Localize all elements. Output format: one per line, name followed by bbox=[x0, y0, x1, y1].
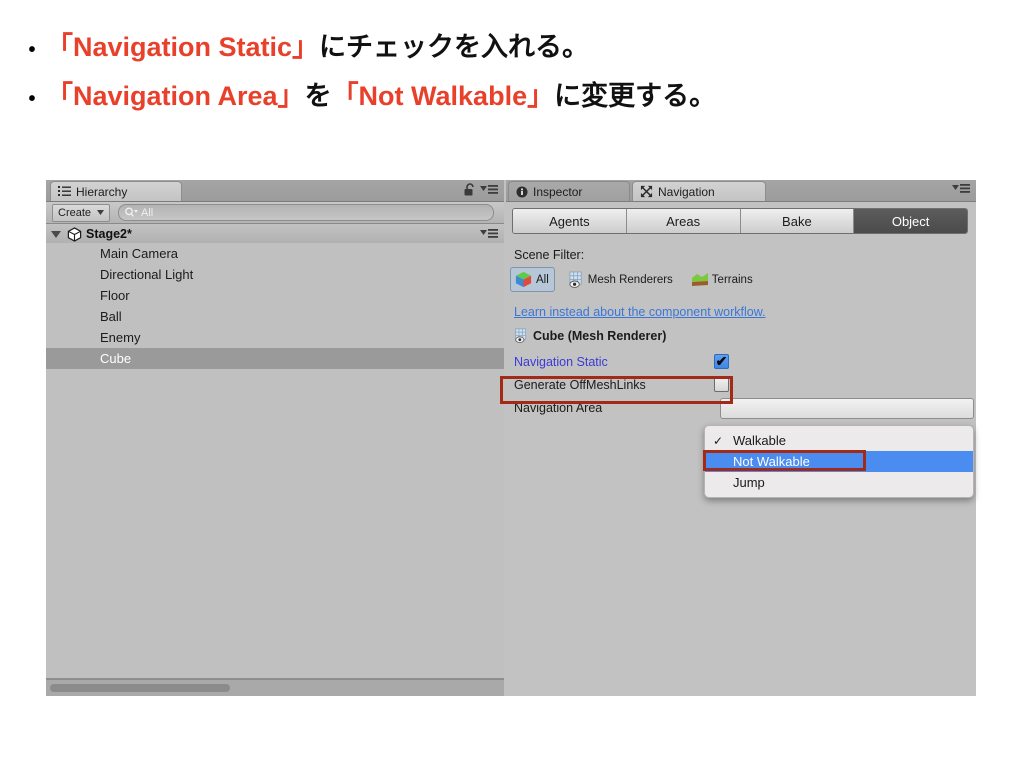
info-icon bbox=[516, 186, 528, 198]
panel-menu-icon[interactable] bbox=[480, 228, 498, 239]
learn-workflow-link[interactable]: Learn instead about the component workfl… bbox=[514, 305, 766, 319]
list-item[interactable]: Enemy bbox=[46, 327, 504, 348]
list-item[interactable]: Main Camera bbox=[46, 243, 504, 264]
hierarchy-panel-controls bbox=[464, 183, 498, 196]
bullet-text-accent: 「Navigation Area」 bbox=[46, 81, 305, 111]
panel-menu-icon[interactable] bbox=[480, 184, 498, 195]
tab-hierarchy[interactable]: Hierarchy bbox=[50, 181, 182, 201]
slide-bullet-list: • 「Navigation Static」 にチェックを入れる。 • 「Navi… bbox=[18, 24, 998, 122]
bullet-text-plain: を bbox=[304, 81, 332, 111]
list-icon bbox=[58, 186, 71, 197]
bullet-text-plain: にチェックを入れる。 bbox=[319, 32, 590, 62]
search-icon bbox=[125, 207, 139, 218]
property-navigation-area: Navigation Area bbox=[514, 396, 974, 419]
list-item: • 「Navigation Static」 にチェックを入れる。 bbox=[18, 24, 998, 73]
filter-mesh-renderers-label: Mesh Renderers bbox=[587, 273, 673, 286]
filter-mesh-renderers[interactable]: Mesh Renderers bbox=[568, 271, 673, 288]
menu-item-walkable[interactable]: ✓ Walkable bbox=[705, 430, 973, 451]
horizontal-scrollbar[interactable] bbox=[46, 679, 504, 696]
mesh-renderer-icon bbox=[568, 271, 585, 288]
lock-open-icon[interactable] bbox=[464, 183, 475, 196]
navigation-static-checkbox[interactable]: ✔ bbox=[714, 354, 729, 369]
tab-label: Inspector bbox=[533, 184, 583, 199]
list-item: • 「Navigation Area」 を 「Not Walkable」 に変更… bbox=[18, 73, 998, 122]
navigation-area-select[interactable] bbox=[720, 398, 974, 419]
checkmark-icon: ✓ bbox=[713, 433, 724, 448]
filter-terrains[interactable]: Terrains bbox=[691, 271, 753, 288]
scene-filter-label: Scene Filter: bbox=[514, 248, 585, 262]
tab-inspector[interactable]: Inspector bbox=[508, 181, 630, 201]
checkmark-icon: ✔ bbox=[715, 352, 728, 369]
menu-item-jump[interactable]: Jump bbox=[705, 472, 973, 493]
list-item[interactable]: Floor bbox=[46, 285, 504, 306]
inspector-tab-bar: Inspector Navigation bbox=[506, 180, 976, 202]
generate-offmeshlinks-checkbox[interactable] bbox=[714, 377, 729, 392]
filter-all-label: All bbox=[536, 273, 549, 286]
chevron-down-icon[interactable] bbox=[51, 230, 61, 238]
scene-name: Stage2* bbox=[86, 227, 132, 241]
navigation-tab-group: Agents Areas Bake Object bbox=[512, 208, 968, 234]
list-item-selected[interactable]: Cube bbox=[46, 348, 504, 369]
create-button[interactable]: Create bbox=[52, 203, 111, 222]
menu-item-label: Walkable bbox=[733, 433, 786, 448]
search-input-text: All bbox=[141, 206, 154, 219]
object-header-label: Cube (Mesh Renderer) bbox=[533, 328, 667, 343]
bullet-marker: • bbox=[28, 88, 36, 110]
navigation-icon bbox=[640, 185, 653, 198]
bullet-text-plain: に変更する。 bbox=[554, 81, 717, 111]
list-item[interactable]: Directional Light bbox=[46, 264, 504, 285]
scrollbar-thumb[interactable] bbox=[50, 684, 230, 692]
navigation-area-dropdown-menu: ✓ Walkable Not Walkable Jump bbox=[704, 425, 974, 498]
filter-terrains-label: Terrains bbox=[711, 273, 753, 286]
bullet-marker: • bbox=[28, 39, 36, 61]
create-button-label: Create bbox=[58, 206, 92, 219]
property-navigation-static: Navigation Static ✔ bbox=[514, 350, 966, 373]
property-label: Navigation Static bbox=[514, 354, 608, 369]
menu-item-label: Not Walkable bbox=[733, 454, 810, 469]
tab-label: Hierarchy bbox=[76, 184, 128, 199]
bullet-text-accent: 「Navigation Static」 bbox=[46, 32, 320, 62]
panel-menu-icon[interactable] bbox=[952, 183, 970, 194]
tab-bake[interactable]: Bake bbox=[740, 209, 855, 233]
property-label: Navigation Area bbox=[514, 400, 603, 415]
hierarchy-object-list: Main Camera Directional Light Floor Ball… bbox=[46, 243, 504, 679]
unity-scene-icon bbox=[67, 226, 82, 242]
tab-label: Navigation bbox=[658, 184, 715, 199]
chevron-down-icon bbox=[97, 210, 105, 215]
hierarchy-panel: Hierarchy Create All Stage2* Main Camera… bbox=[46, 180, 504, 696]
tab-navigation[interactable]: Navigation bbox=[632, 181, 766, 201]
object-header: Cube (Mesh Renderer) bbox=[514, 328, 966, 343]
tab-object[interactable]: Object bbox=[854, 209, 967, 233]
terrain-icon bbox=[691, 271, 709, 288]
cube-icon bbox=[514, 270, 533, 289]
inspector-panel-controls bbox=[952, 183, 970, 194]
navigation-object-body: Scene Filter: All Mesh Renderers Terrain… bbox=[506, 234, 976, 419]
hierarchy-tab-bar: Hierarchy bbox=[46, 180, 504, 202]
property-generate-offmeshlinks: Generate OffMeshLinks bbox=[514, 373, 966, 396]
menu-item-not-walkable[interactable]: Not Walkable bbox=[705, 451, 973, 472]
hierarchy-toolbar: Create All bbox=[46, 202, 504, 224]
scene-root-row[interactable]: Stage2* bbox=[46, 224, 504, 245]
menu-item-label: Jump bbox=[733, 475, 765, 490]
tab-areas[interactable]: Areas bbox=[626, 209, 741, 233]
tab-agents[interactable]: Agents bbox=[513, 209, 627, 233]
filter-all[interactable]: All bbox=[510, 267, 555, 292]
search-input[interactable]: All bbox=[118, 204, 494, 221]
bullet-text-accent: 「Not Walkable」 bbox=[331, 81, 555, 111]
property-label: Generate OffMeshLinks bbox=[514, 377, 646, 392]
list-item[interactable]: Ball bbox=[46, 306, 504, 327]
mesh-renderer-icon bbox=[514, 328, 529, 343]
scene-filter-group: All Mesh Renderers Terrains bbox=[510, 267, 966, 292]
